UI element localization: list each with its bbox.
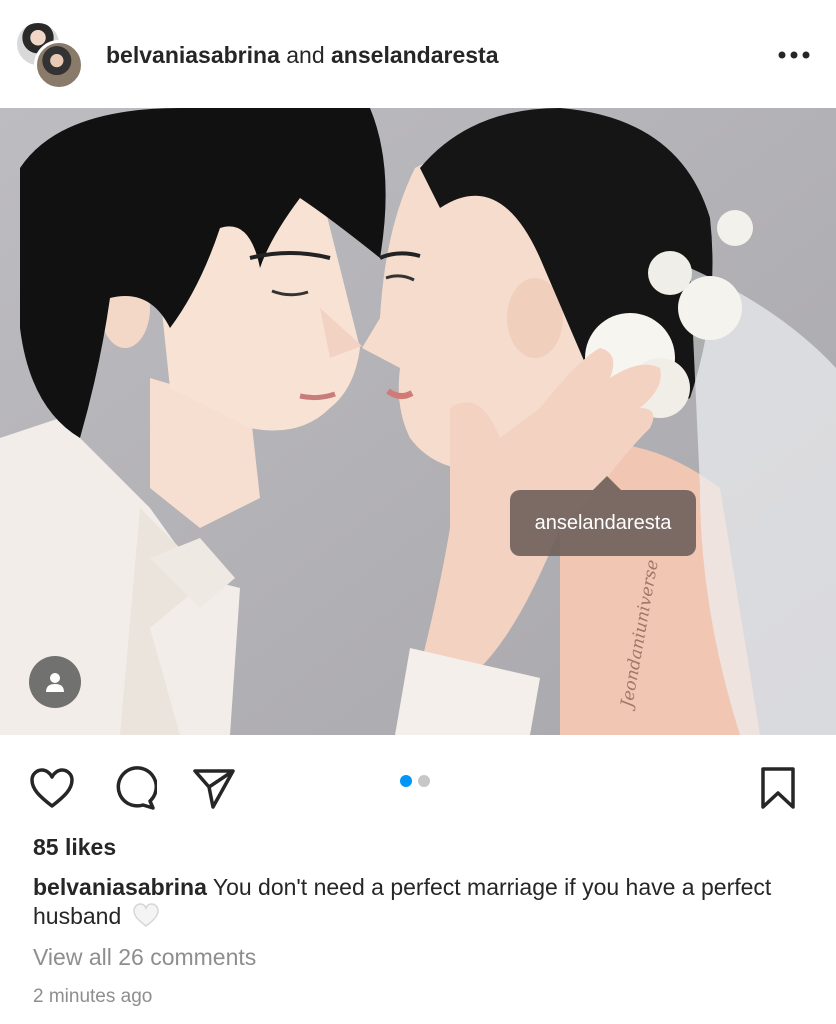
illustration: Jeondaniuniverse — [0, 108, 836, 735]
paper-plane-icon — [193, 769, 235, 809]
post-image[interactable]: Jeondaniuniverse anselandaresta — [0, 108, 836, 735]
title-conjunction: and — [286, 42, 325, 68]
carousel-dot-active — [400, 775, 412, 787]
show-tags-button[interactable] — [29, 656, 81, 708]
save-button[interactable] — [754, 764, 802, 812]
like-button[interactable] — [28, 764, 76, 812]
more-horizontal-icon — [778, 51, 810, 59]
heart-outline-icon — [30, 768, 74, 808]
person-icon — [46, 673, 64, 692]
bookmark-outline-icon — [761, 767, 795, 809]
share-button[interactable] — [190, 764, 238, 812]
caption-username[interactable]: belvaniasabrina — [33, 874, 207, 900]
caption: belvaniasabrina You don't need a perfect… — [33, 873, 803, 935]
view-all-comments-link[interactable]: View all 26 comments — [33, 942, 256, 972]
post-title: belvaniasabrina and anselandaresta — [106, 40, 499, 70]
avatar-anselandaresta[interactable] — [34, 40, 84, 90]
user-tag-label[interactable]: anselandaresta — [510, 476, 696, 556]
carousel-indicator — [400, 775, 430, 787]
more-options-button[interactable] — [776, 40, 812, 70]
post-header: belvaniasabrina and anselandaresta — [0, 0, 836, 108]
coauthor-link[interactable]: anselandaresta — [331, 42, 498, 68]
carousel-dot — [418, 775, 430, 787]
white-heart-icon — [132, 902, 160, 935]
likes-count[interactable]: 85 likes — [33, 832, 116, 862]
post-timestamp: 2 minutes ago — [33, 986, 153, 1007]
comment-button[interactable] — [110, 764, 158, 812]
author-link[interactable]: belvaniasabrina — [106, 42, 280, 68]
comment-bubble-icon — [116, 766, 157, 810]
collab-avatars[interactable] — [14, 20, 84, 90]
